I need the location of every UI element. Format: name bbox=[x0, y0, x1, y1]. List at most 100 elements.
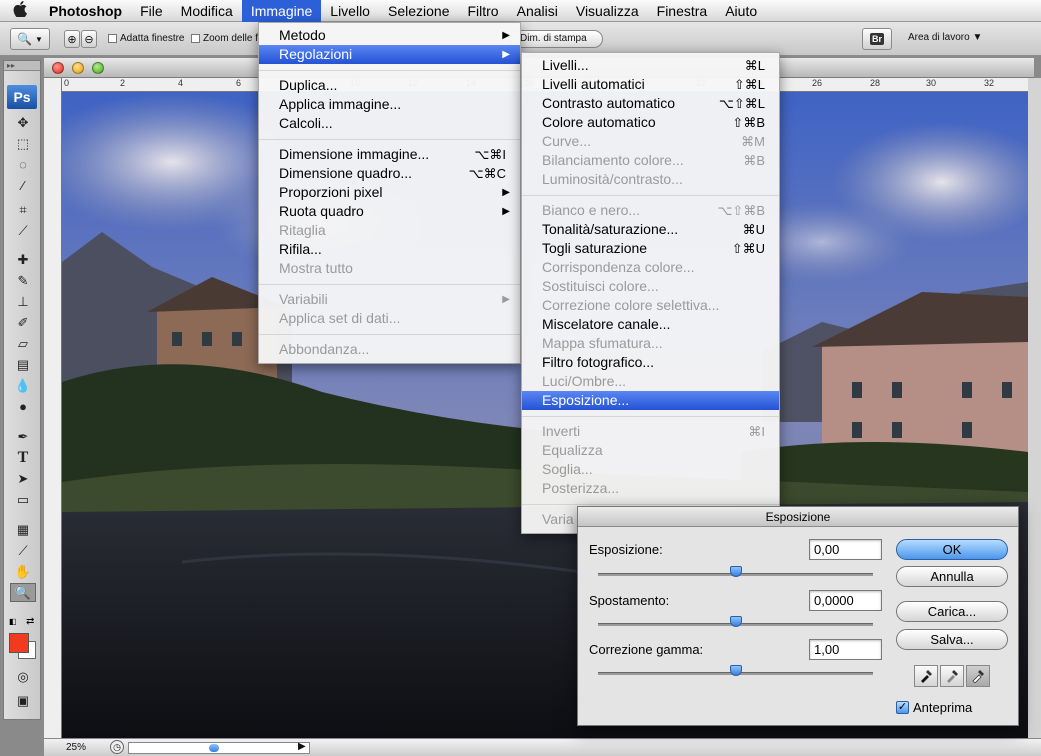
magic-wand-tool-icon[interactable]: ⁄ bbox=[10, 176, 36, 195]
minimize-icon[interactable] bbox=[72, 62, 84, 74]
ok-button[interactable]: OK bbox=[896, 539, 1008, 560]
offset-slider[interactable] bbox=[598, 616, 873, 627]
photoshop-logo[interactable]: Ps bbox=[7, 85, 37, 109]
gamma-label: Correzione gamma: bbox=[589, 642, 704, 657]
zoom-out-button[interactable]: ⊖ bbox=[81, 30, 97, 48]
white-point-eyedropper-icon[interactable] bbox=[966, 665, 990, 687]
workspace-menu[interactable]: Area di lavoro ▼ bbox=[908, 32, 982, 43]
move-tool-icon[interactable]: ✥ bbox=[10, 113, 36, 132]
menu-item-colore-automatico[interactable]: Colore automatico ⇧⌘B bbox=[522, 113, 779, 132]
offset-slider-thumb[interactable] bbox=[729, 616, 742, 627]
menu-item-duplica[interactable]: Duplica... bbox=[259, 76, 520, 95]
type-tool-icon[interactable]: T bbox=[10, 448, 36, 467]
bridge-button[interactable]: Br bbox=[862, 28, 892, 50]
vertical-scrollbar[interactable] bbox=[1028, 78, 1041, 738]
menu-item-togli-saturazione[interactable]: Togli saturazione ⇧⌘U bbox=[522, 239, 779, 258]
default-colors-icon[interactable]: ◧ bbox=[9, 617, 19, 627]
preview-checkbox[interactable]: ✓ Anteprima bbox=[896, 700, 972, 715]
menu-item-rifila[interactable]: Rifila... bbox=[259, 240, 520, 259]
stamp-tool-icon[interactable]: ⊥ bbox=[10, 292, 36, 311]
status-scroll-thumb[interactable] bbox=[209, 744, 219, 752]
gradient-tool-icon[interactable]: ▤ bbox=[10, 355, 36, 374]
menu-item-miscelatore-canale[interactable]: Miscelatore canale... bbox=[522, 315, 779, 334]
menu-photoshop[interactable]: Photoshop bbox=[40, 0, 131, 22]
menu-selezione[interactable]: Selezione bbox=[379, 0, 459, 22]
lasso-tool-icon[interactable]: ◌ bbox=[10, 155, 36, 174]
exposure-slider-thumb[interactable] bbox=[729, 566, 742, 577]
menu-item-ruota-quadro[interactable]: Ruota quadro ▶ bbox=[259, 202, 520, 221]
gamma-slider-thumb[interactable] bbox=[729, 665, 742, 676]
exposure-input[interactable]: 0,00 bbox=[809, 539, 882, 560]
gamma-input[interactable]: 1,00 bbox=[809, 639, 882, 660]
screen: Photoshop File Modifica Immagine Livello… bbox=[0, 0, 1041, 756]
save-button[interactable]: Salva... bbox=[896, 629, 1008, 650]
menu-item-dimensione-quadro[interactable]: Dimensione quadro... ⌥⌘C bbox=[259, 164, 520, 183]
menu-item-filtro-fotografico[interactable]: Filtro fotografico... bbox=[522, 353, 779, 372]
close-icon[interactable] bbox=[52, 62, 64, 74]
zoom-windows-checkbox[interactable]: Zoom delle f bbox=[191, 33, 258, 44]
load-button[interactable]: Carica... bbox=[896, 601, 1008, 622]
play-icon[interactable]: ▶ bbox=[298, 741, 306, 752]
pen-tool-icon[interactable]: ✒ bbox=[10, 427, 36, 446]
status-info-icon[interactable]: ◷ bbox=[110, 740, 124, 754]
eraser-tool-icon[interactable]: ▱ bbox=[10, 334, 36, 353]
zoom-window-icon[interactable] bbox=[92, 62, 104, 74]
menu-finestra[interactable]: Finestra bbox=[648, 0, 717, 22]
offset-input[interactable]: 0,0000 bbox=[809, 590, 882, 611]
gray-point-eyedropper-icon[interactable] bbox=[940, 665, 964, 687]
menu-item-regolazioni[interactable]: Regolazioni ▶ bbox=[259, 45, 520, 64]
menu-immagine[interactable]: Immagine bbox=[241, 0, 322, 22]
cancel-button[interactable]: Annulla bbox=[896, 566, 1008, 587]
menu-item-dimensione-immagine[interactable]: Dimensione immagine... ⌥⌘I bbox=[259, 145, 520, 164]
eyedropper-tool-icon[interactable]: ⟋ bbox=[10, 541, 36, 560]
status-scrollbar[interactable] bbox=[128, 742, 310, 754]
menu-file[interactable]: File bbox=[131, 0, 172, 22]
menu-item-applica-immagine[interactable]: Applica immagine... bbox=[259, 95, 520, 114]
zoom-in-button[interactable]: ⊕ bbox=[64, 30, 80, 48]
hand-tool-icon[interactable]: ✋ bbox=[10, 562, 36, 581]
menu-item-calcoli[interactable]: Calcoli... bbox=[259, 114, 520, 133]
zoom-tool-preset-button[interactable]: 🔍 ▼ bbox=[10, 28, 50, 50]
crop-tool-icon[interactable]: ⌗ bbox=[10, 200, 36, 219]
menu-livello[interactable]: Livello bbox=[321, 0, 379, 22]
brush-tool-icon[interactable]: ✎ bbox=[10, 271, 36, 290]
print-size-button[interactable]: Dim. di stampa bbox=[509, 30, 603, 48]
toolbox-grip[interactable]: ▸▸ bbox=[4, 61, 40, 71]
foreground-color-swatch[interactable] bbox=[9, 633, 29, 653]
marquee-tool-icon[interactable]: ⬚ bbox=[10, 134, 36, 153]
menu-item-proporzioni-pixel[interactable]: Proporzioni pixel ▶ bbox=[259, 183, 520, 202]
menu-aiuto[interactable]: Aiuto bbox=[716, 0, 766, 22]
ruler-tick: 26 bbox=[812, 78, 823, 88]
menu-filtro[interactable]: Filtro bbox=[458, 0, 507, 22]
menu-item-tonalita-saturazione[interactable]: Tonalità/saturazione... ⌘U bbox=[522, 220, 779, 239]
menu-item-contrasto-automatico[interactable]: Contrasto automatico ⌥⇧⌘L bbox=[522, 94, 779, 113]
menu-item-label: Ruota quadro bbox=[279, 203, 364, 219]
history-brush-tool-icon[interactable]: ✐ bbox=[10, 313, 36, 332]
menu-item-livelli[interactable]: Livelli... ⌘L bbox=[522, 56, 779, 75]
black-point-eyedropper-icon[interactable] bbox=[914, 665, 938, 687]
menu-analisi[interactable]: Analisi bbox=[508, 0, 567, 22]
gamma-slider[interactable] bbox=[598, 665, 873, 676]
menu-item-posterizza: Posterizza... bbox=[522, 479, 779, 498]
blur-tool-icon[interactable]: 💧 bbox=[10, 376, 36, 395]
exposure-slider[interactable] bbox=[598, 566, 873, 577]
apple-icon[interactable] bbox=[0, 0, 40, 21]
path-selection-tool-icon[interactable]: ➤ bbox=[10, 469, 36, 488]
quick-mask-icon[interactable]: ◎ bbox=[10, 667, 36, 686]
zoom-level[interactable]: 25% bbox=[66, 742, 86, 753]
fit-windows-checkbox[interactable]: Adatta finestre bbox=[108, 33, 184, 44]
slice-tool-icon[interactable]: ⟋ bbox=[10, 221, 36, 240]
dialog-title[interactable]: Esposizione bbox=[578, 507, 1018, 527]
shape-tool-icon[interactable]: ▭ bbox=[10, 490, 36, 509]
screen-mode-icon[interactable]: ▣ bbox=[10, 691, 36, 710]
menu-modifica[interactable]: Modifica bbox=[172, 0, 242, 22]
menu-visualizza[interactable]: Visualizza bbox=[567, 0, 648, 22]
menu-item-esposizione[interactable]: Esposizione... bbox=[522, 391, 779, 410]
healing-brush-tool-icon[interactable]: ✚ bbox=[10, 250, 36, 269]
notes-tool-icon[interactable]: ▦ bbox=[10, 520, 36, 539]
zoom-tool-icon[interactable]: 🔍 bbox=[10, 583, 36, 602]
swap-colors-icon[interactable]: ⇄ bbox=[26, 616, 34, 627]
dodge-tool-icon[interactable]: ● bbox=[10, 397, 36, 416]
menu-item-livelli-automatici[interactable]: Livelli automatici ⇧⌘L bbox=[522, 75, 779, 94]
menu-item-metodo[interactable]: Metodo ▶ bbox=[259, 26, 520, 45]
